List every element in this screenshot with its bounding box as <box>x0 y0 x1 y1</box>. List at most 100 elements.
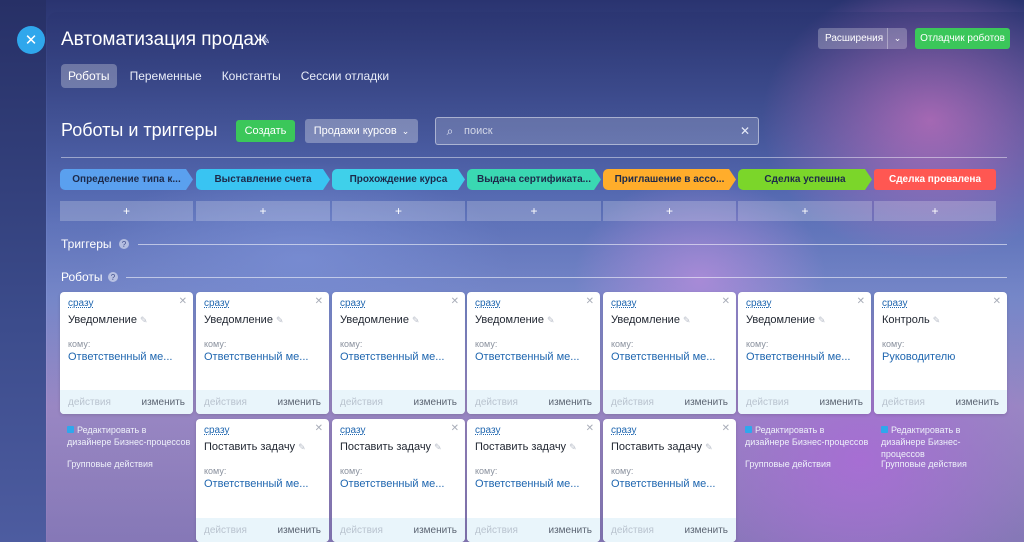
group-actions-link[interactable]: Групповые действия <box>67 458 153 470</box>
robot-recipient[interactable]: Ответственный ме... <box>204 478 308 490</box>
stage-header[interactable]: Сделка провалена <box>874 169 996 190</box>
robot-card[interactable]: сразу ✕ Уведомление ✎ кому: Ответственный ме.… <box>603 292 736 414</box>
add-trigger-button[interactable]: + <box>874 201 996 221</box>
pencil-icon[interactable]: ✎ <box>569 442 577 452</box>
edit-in-designer-link[interactable]: Редактировать в дизайнере Бизнес-процесс… <box>881 424 1001 460</box>
edit-link[interactable]: изменить <box>955 397 999 408</box>
edit-link[interactable]: изменить <box>141 397 185 408</box>
close-icon[interactable]: ✕ <box>451 296 459 307</box>
robot-card[interactable]: сразу ✕ Поставить задачу ✎ кому: Ответственны… <box>603 419 736 542</box>
robot-delay-link[interactable]: сразу <box>340 298 365 309</box>
robot-recipient[interactable]: Ответственный ме... <box>204 351 308 363</box>
robot-delay-link[interactable]: сразу <box>746 298 771 309</box>
robot-title[interactable]: Уведомление ✎ <box>68 314 148 326</box>
robot-recipient[interactable]: Ответственный ме... <box>68 351 172 363</box>
edit-link[interactable]: изменить <box>548 525 592 536</box>
close-icon[interactable]: ✕ <box>722 296 730 307</box>
robot-delay-link[interactable]: сразу <box>68 298 93 309</box>
edit-in-designer-link[interactable]: Редактировать в дизайнере Бизнес-процесс… <box>67 424 192 448</box>
close-icon[interactable]: ✕ <box>586 423 594 434</box>
pencil-icon[interactable]: ✎ <box>683 315 691 325</box>
tab-constants[interactable]: Константы <box>215 64 288 88</box>
robot-card[interactable]: сразу ✕ Уведомление ✎ кому: Ответственный ме.… <box>60 292 193 414</box>
stage-header[interactable]: Приглашение в ассо... <box>603 169 736 190</box>
robot-title[interactable]: Поставить задачу ✎ <box>204 441 306 453</box>
pencil-icon[interactable]: ✎ <box>547 315 555 325</box>
add-trigger-button[interactable]: + <box>60 201 193 221</box>
actions-link[interactable]: действия <box>882 397 925 408</box>
robot-delay-link[interactable]: сразу <box>475 425 500 436</box>
pencil-icon[interactable]: ✎ <box>298 442 306 452</box>
extensions-button[interactable]: Расширения ⌄ <box>818 28 907 49</box>
tab-debug-sessions[interactable]: Сессии отладки <box>294 64 396 88</box>
robot-title[interactable]: Контроль ✎ <box>882 314 940 326</box>
pencil-icon[interactable]: ✎ <box>434 442 442 452</box>
pencil-icon[interactable]: ✎ <box>412 315 420 325</box>
robot-delay-link[interactable]: сразу <box>611 425 636 436</box>
edit-link[interactable]: изменить <box>413 397 457 408</box>
add-trigger-button[interactable]: + <box>196 201 330 221</box>
robot-recipient[interactable]: Ответственный ме... <box>340 478 444 490</box>
edit-link[interactable]: изменить <box>277 525 321 536</box>
robot-title[interactable]: Поставить задачу ✎ <box>611 441 713 453</box>
robot-delay-link[interactable]: сразу <box>475 298 500 309</box>
actions-link[interactable]: действия <box>204 525 247 536</box>
actions-link[interactable]: действия <box>68 397 111 408</box>
pencil-icon[interactable]: ✎ <box>933 315 941 325</box>
robot-debugger-button[interactable]: Отладчик роботов <box>915 28 1010 49</box>
robot-delay-link[interactable]: сразу <box>204 425 229 436</box>
funnel-select[interactable]: Продажи курсов ⌄ <box>305 119 418 143</box>
actions-link[interactable]: действия <box>475 525 518 536</box>
pencil-icon[interactable]: ✎ <box>140 315 148 325</box>
stage-header[interactable]: Сделка успешна <box>738 169 872 190</box>
robot-recipient[interactable]: Ответственный ме... <box>611 478 715 490</box>
robot-recipient[interactable]: Ответственный ме... <box>340 351 444 363</box>
robot-title[interactable]: Уведомление ✎ <box>746 314 826 326</box>
robot-title[interactable]: Уведомление ✎ <box>204 314 284 326</box>
add-trigger-button[interactable]: + <box>332 201 465 221</box>
stage-header[interactable]: Прохождение курса <box>332 169 465 190</box>
actions-link[interactable]: действия <box>611 525 654 536</box>
robot-delay-link[interactable]: сразу <box>204 298 229 309</box>
stage-header[interactable]: Выдача сертификата... <box>467 169 601 190</box>
actions-link[interactable]: действия <box>340 525 383 536</box>
chevron-down-icon[interactable]: ⌄ <box>887 28 907 49</box>
robot-card[interactable]: сразу ✕ Уведомление ✎ кому: Ответственный ме.… <box>196 292 329 414</box>
actions-link[interactable]: действия <box>204 397 247 408</box>
pencil-icon[interactable]: ✎ <box>818 315 826 325</box>
pencil-icon[interactable]: ✎ <box>705 442 713 452</box>
close-icon[interactable]: ✕ <box>17 26 45 54</box>
robot-title[interactable]: Уведомление ✎ <box>475 314 555 326</box>
edit-in-designer-link[interactable]: Редактировать в дизайнере Бизнес-процесс… <box>745 424 870 448</box>
actions-link[interactable]: действия <box>475 397 518 408</box>
close-icon[interactable]: ✕ <box>451 423 459 434</box>
robot-title[interactable]: Поставить задачу ✎ <box>475 441 577 453</box>
edit-link[interactable]: изменить <box>548 397 592 408</box>
clear-icon[interactable]: ✕ <box>732 124 758 138</box>
close-icon[interactable]: ✕ <box>722 423 730 434</box>
create-button[interactable]: Создать <box>236 120 295 142</box>
close-icon[interactable]: ✕ <box>315 296 323 307</box>
close-icon[interactable]: ✕ <box>857 296 865 307</box>
robot-card[interactable]: сразу ✕ Уведомление ✎ кому: Ответственный ме.… <box>738 292 871 414</box>
pencil-icon[interactable]: ✎ <box>276 315 284 325</box>
robot-delay-link[interactable]: сразу <box>611 298 636 309</box>
robot-recipient[interactable]: Ответственный ме... <box>475 351 579 363</box>
robot-title[interactable]: Уведомление ✎ <box>611 314 691 326</box>
actions-link[interactable]: действия <box>746 397 789 408</box>
pin-icon[interactable]: ✎ <box>261 34 270 47</box>
edit-link[interactable]: изменить <box>684 525 728 536</box>
add-trigger-button[interactable]: + <box>467 201 601 221</box>
robot-card[interactable]: сразу ✕ Контроль ✎ кому: Руководителю действия… <box>874 292 1007 414</box>
stage-header[interactable]: Определение типа к... <box>60 169 193 190</box>
robot-delay-link[interactable]: сразу <box>882 298 907 309</box>
robot-recipient[interactable]: Ответственный ме... <box>475 478 579 490</box>
robot-recipient[interactable]: Ответственный ме... <box>611 351 715 363</box>
robot-card[interactable]: сразу ✕ Уведомление ✎ кому: Ответственный ме.… <box>332 292 465 414</box>
actions-link[interactable]: действия <box>611 397 654 408</box>
robot-title[interactable]: Поставить задачу ✎ <box>340 441 442 453</box>
robot-card[interactable]: сразу ✕ Поставить задачу ✎ кому: Ответственны… <box>196 419 329 542</box>
tab-robots[interactable]: Роботы <box>61 64 117 88</box>
robot-recipient[interactable]: Руководителю <box>882 351 955 363</box>
robot-recipient[interactable]: Ответственный ме... <box>746 351 850 363</box>
